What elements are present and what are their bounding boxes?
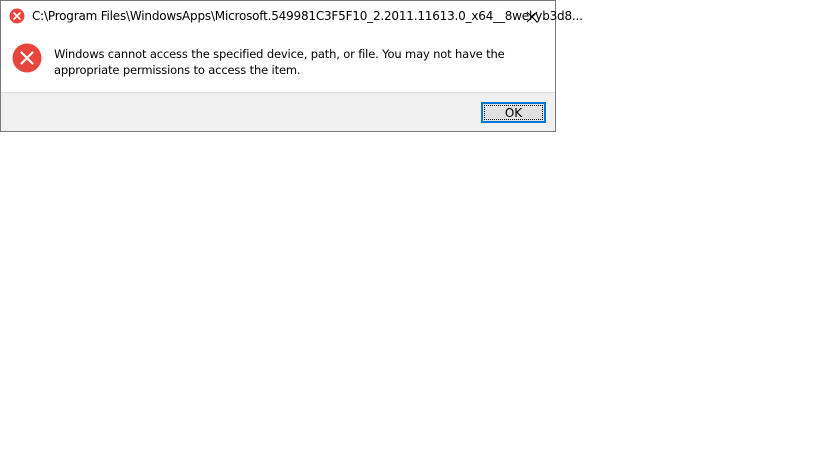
dialog-footer: OK [1,92,555,131]
error-icon [9,8,25,24]
close-icon [526,11,538,22]
error-dialog: C:\Program Files\WindowsApps\Microsoft.5… [0,0,583,132]
error-message: Windows cannot access the specified devi… [54,47,505,77]
focus-rectangle [484,105,543,120]
error-icon [12,43,42,73]
title-bar[interactable]: C:\Program Files\WindowsApps\Microsoft.5… [1,1,583,32]
close-button[interactable] [509,1,555,32]
dialog-title: C:\Program Files\WindowsApps\Microsoft.5… [32,9,583,23]
dialog-content: Windows cannot access the specified devi… [1,32,555,92]
ok-button[interactable]: OK [481,102,546,123]
